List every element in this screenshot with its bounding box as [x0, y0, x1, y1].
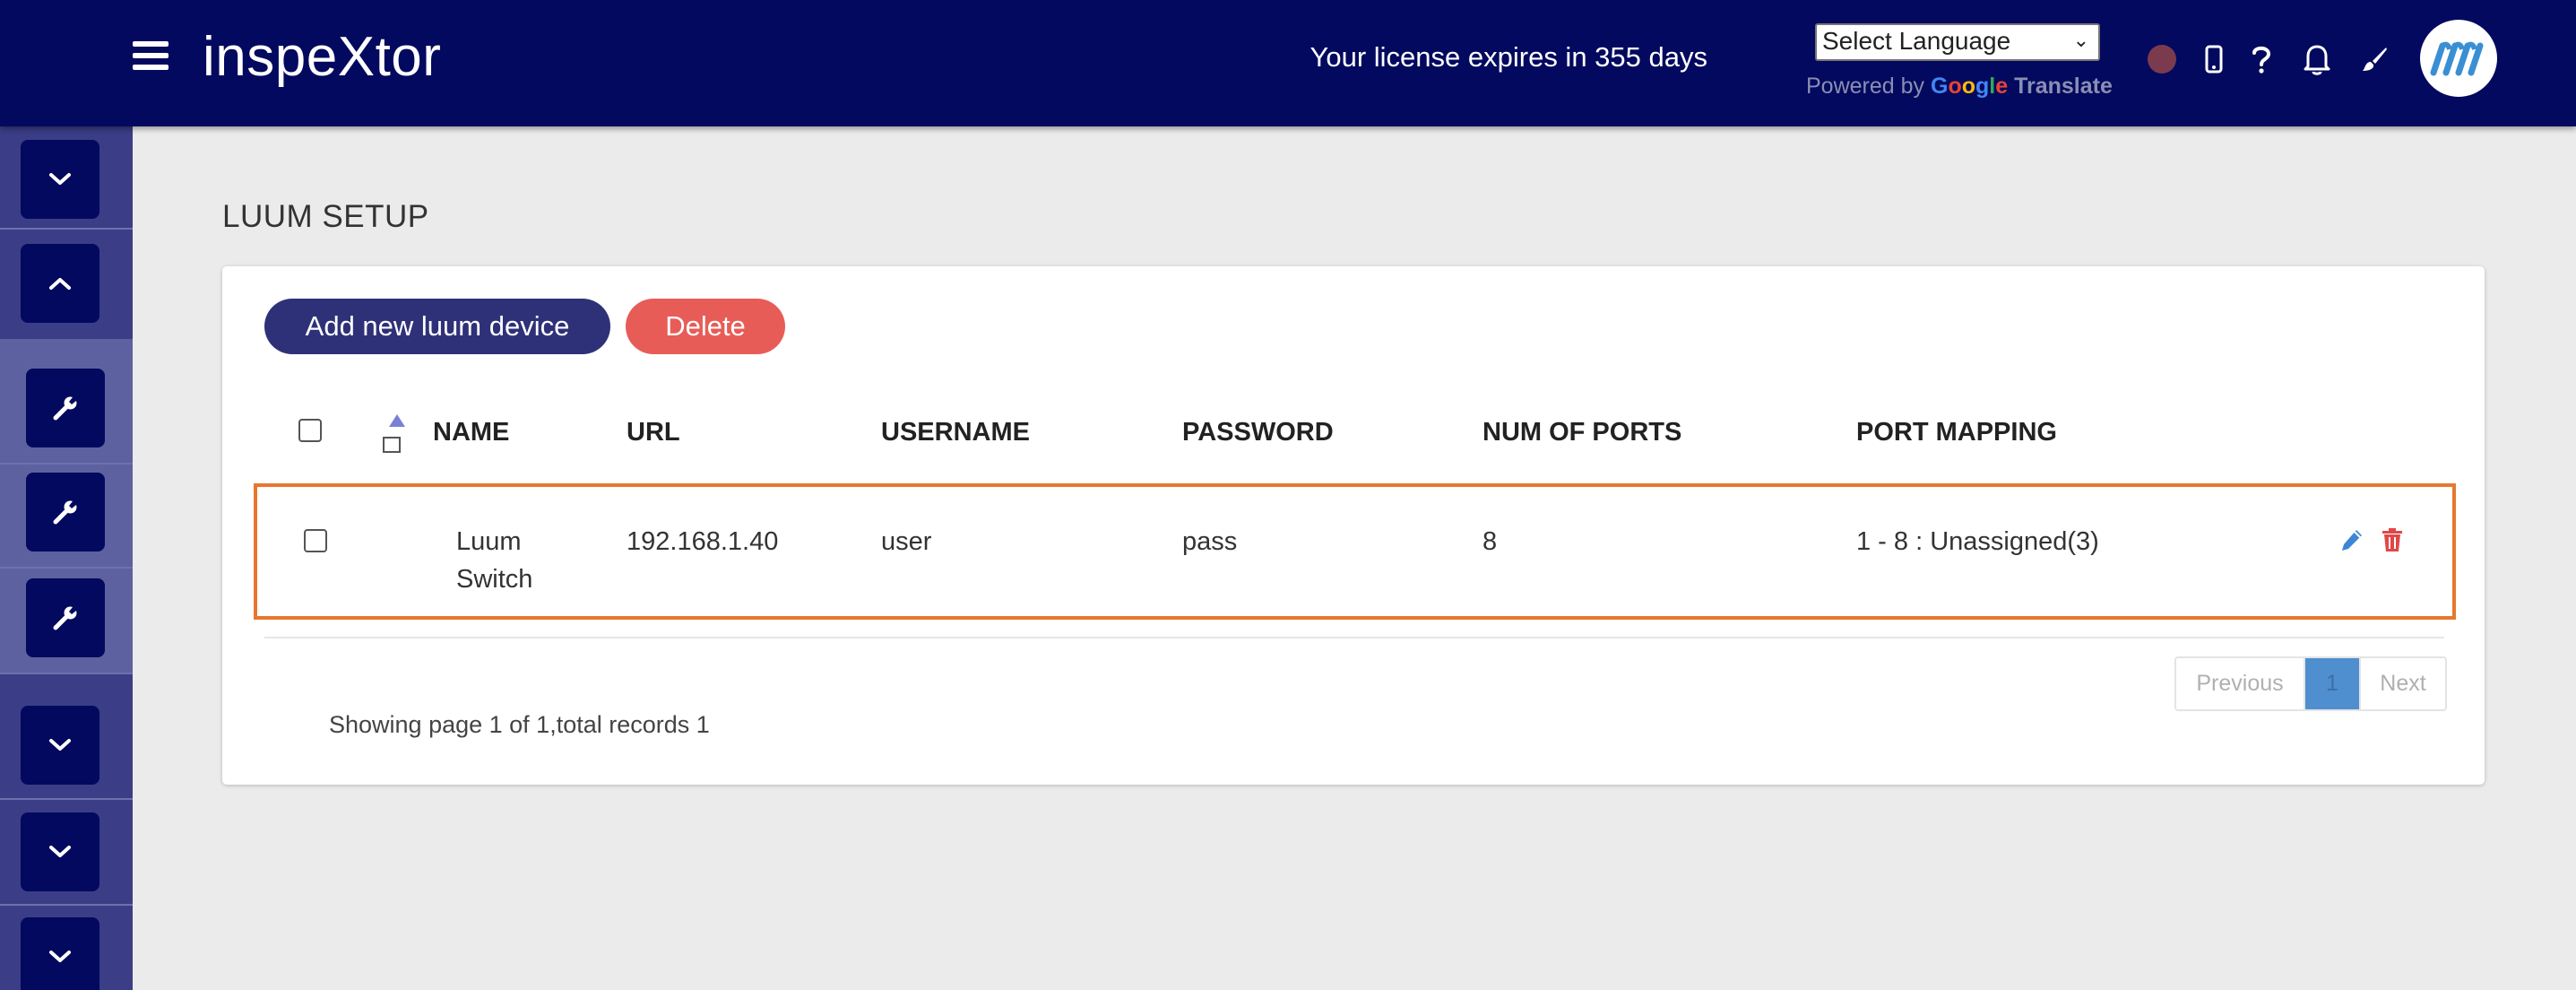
sidebar-item-expand-3[interactable] — [21, 812, 99, 891]
wrench-icon — [53, 500, 77, 525]
pagination-previous-button[interactable]: Previous — [2176, 658, 2305, 709]
translate-link[interactable]: Translate — [2014, 74, 2113, 99]
row-name-line: Luum — [456, 527, 522, 556]
language-select[interactable]: Select Language ⌄ — [1815, 23, 2100, 61]
row-name-line: Switch — [456, 565, 533, 594]
google-logo-letter: e — [1995, 74, 2009, 99]
avatar-logo-icon — [2430, 41, 2484, 76]
select-all-checkbox[interactable] — [298, 419, 322, 442]
sidebar-item-expand-4[interactable] — [21, 917, 99, 990]
wrench-icon — [53, 606, 77, 630]
sidebar-item-collapse[interactable] — [21, 244, 99, 323]
help-icon[interactable] — [2248, 41, 2275, 77]
powered-by-text: Powered by — [1806, 74, 1925, 99]
table-divider — [264, 637, 2444, 638]
sort-ascending-icon[interactable] — [389, 414, 405, 427]
row-port-mapping-cell: 1 - 8 : Unassigned(3) — [1856, 527, 2099, 556]
sidebar-item-expand-1[interactable] — [21, 140, 99, 219]
column-header-password[interactable]: PASSWORD — [1182, 418, 1334, 447]
wrench-icon — [53, 396, 77, 421]
sidebar-divider — [0, 673, 133, 674]
google-logo-letter: o — [1961, 74, 1975, 99]
row-username-cell: user — [881, 527, 932, 556]
pagination-summary: Showing page 1 of 1,total records 1 — [329, 711, 710, 738]
pagination: Previous 1 Next — [2174, 656, 2447, 711]
column-header-url[interactable]: URL — [627, 418, 680, 447]
row-url-cell: 192.168.1.40 — [627, 527, 779, 556]
column-header-username[interactable]: USERNAME — [881, 418, 1030, 447]
trash-icon[interactable] — [2382, 527, 2405, 554]
chevron-down-icon: ⌄ — [2072, 29, 2089, 51]
license-notice: Your license expires in 355 days — [1310, 41, 1707, 73]
row-num-ports-cell: 8 — [1482, 527, 1498, 556]
sidebar-divider — [0, 567, 133, 569]
mobile-icon[interactable] — [2202, 41, 2226, 77]
edit-icon[interactable] — [2339, 527, 2364, 554]
sidebar-item-setup-2[interactable] — [26, 473, 105, 551]
google-logo-letter: G — [1930, 74, 1949, 99]
google-logo-letter: o — [1948, 74, 1962, 99]
hamburger-menu-icon[interactable] — [133, 41, 169, 77]
page-title: LUUM SETUP — [222, 199, 429, 234]
language-selector[interactable]: Select Language ⌄ — [1815, 23, 2100, 61]
sidebar-divider — [0, 463, 133, 465]
sidebar-divider — [0, 904, 133, 906]
app-logo[interactable]: inspeXtor — [203, 25, 441, 89]
language-select-value: Select Language — [1822, 27, 2011, 55]
bell-icon[interactable] — [2300, 41, 2334, 77]
chevron-up-icon — [49, 278, 71, 290]
sort-toggle-box[interactable] — [383, 437, 401, 453]
top-header: inspeXtor Your license expires in 355 da… — [0, 0, 2576, 126]
row-select-checkbox[interactable] — [304, 529, 327, 552]
google-translate-credit: Powered by Google Translate — [1806, 74, 2113, 100]
status-dot-icon[interactable] — [2148, 45, 2176, 74]
sidebar-divider — [0, 798, 133, 800]
chevron-down-icon — [49, 951, 71, 962]
brush-icon[interactable] — [2359, 41, 2390, 77]
sidebar — [0, 126, 133, 990]
pagination-page-1[interactable]: 1 — [2305, 658, 2359, 709]
pagination-next-button[interactable]: Next — [2359, 658, 2445, 709]
row-name-cell: Luum Switch — [456, 523, 532, 598]
column-header-num-of-ports[interactable]: NUM OF PORTS — [1482, 418, 1681, 447]
chevron-down-icon — [49, 173, 71, 185]
avatar[interactable] — [2420, 20, 2497, 97]
table-row[interactable] — [254, 483, 2456, 620]
add-luum-device-button[interactable]: Add new luum device — [264, 299, 610, 354]
google-logo-letter: g — [1975, 74, 1990, 99]
column-header-port-mapping[interactable]: PORT MAPPING — [1856, 418, 2057, 447]
sidebar-item-setup-1[interactable] — [26, 369, 105, 447]
sidebar-divider — [0, 228, 133, 230]
chevron-down-icon — [49, 739, 71, 751]
sidebar-item-setup-3[interactable] — [26, 578, 105, 657]
delete-button[interactable]: Delete — [626, 299, 785, 354]
chevron-down-icon — [49, 846, 71, 857]
sidebar-item-expand-2[interactable] — [21, 706, 99, 785]
row-password-cell: pass — [1182, 527, 1238, 556]
column-header-name[interactable]: NAME — [433, 418, 509, 447]
